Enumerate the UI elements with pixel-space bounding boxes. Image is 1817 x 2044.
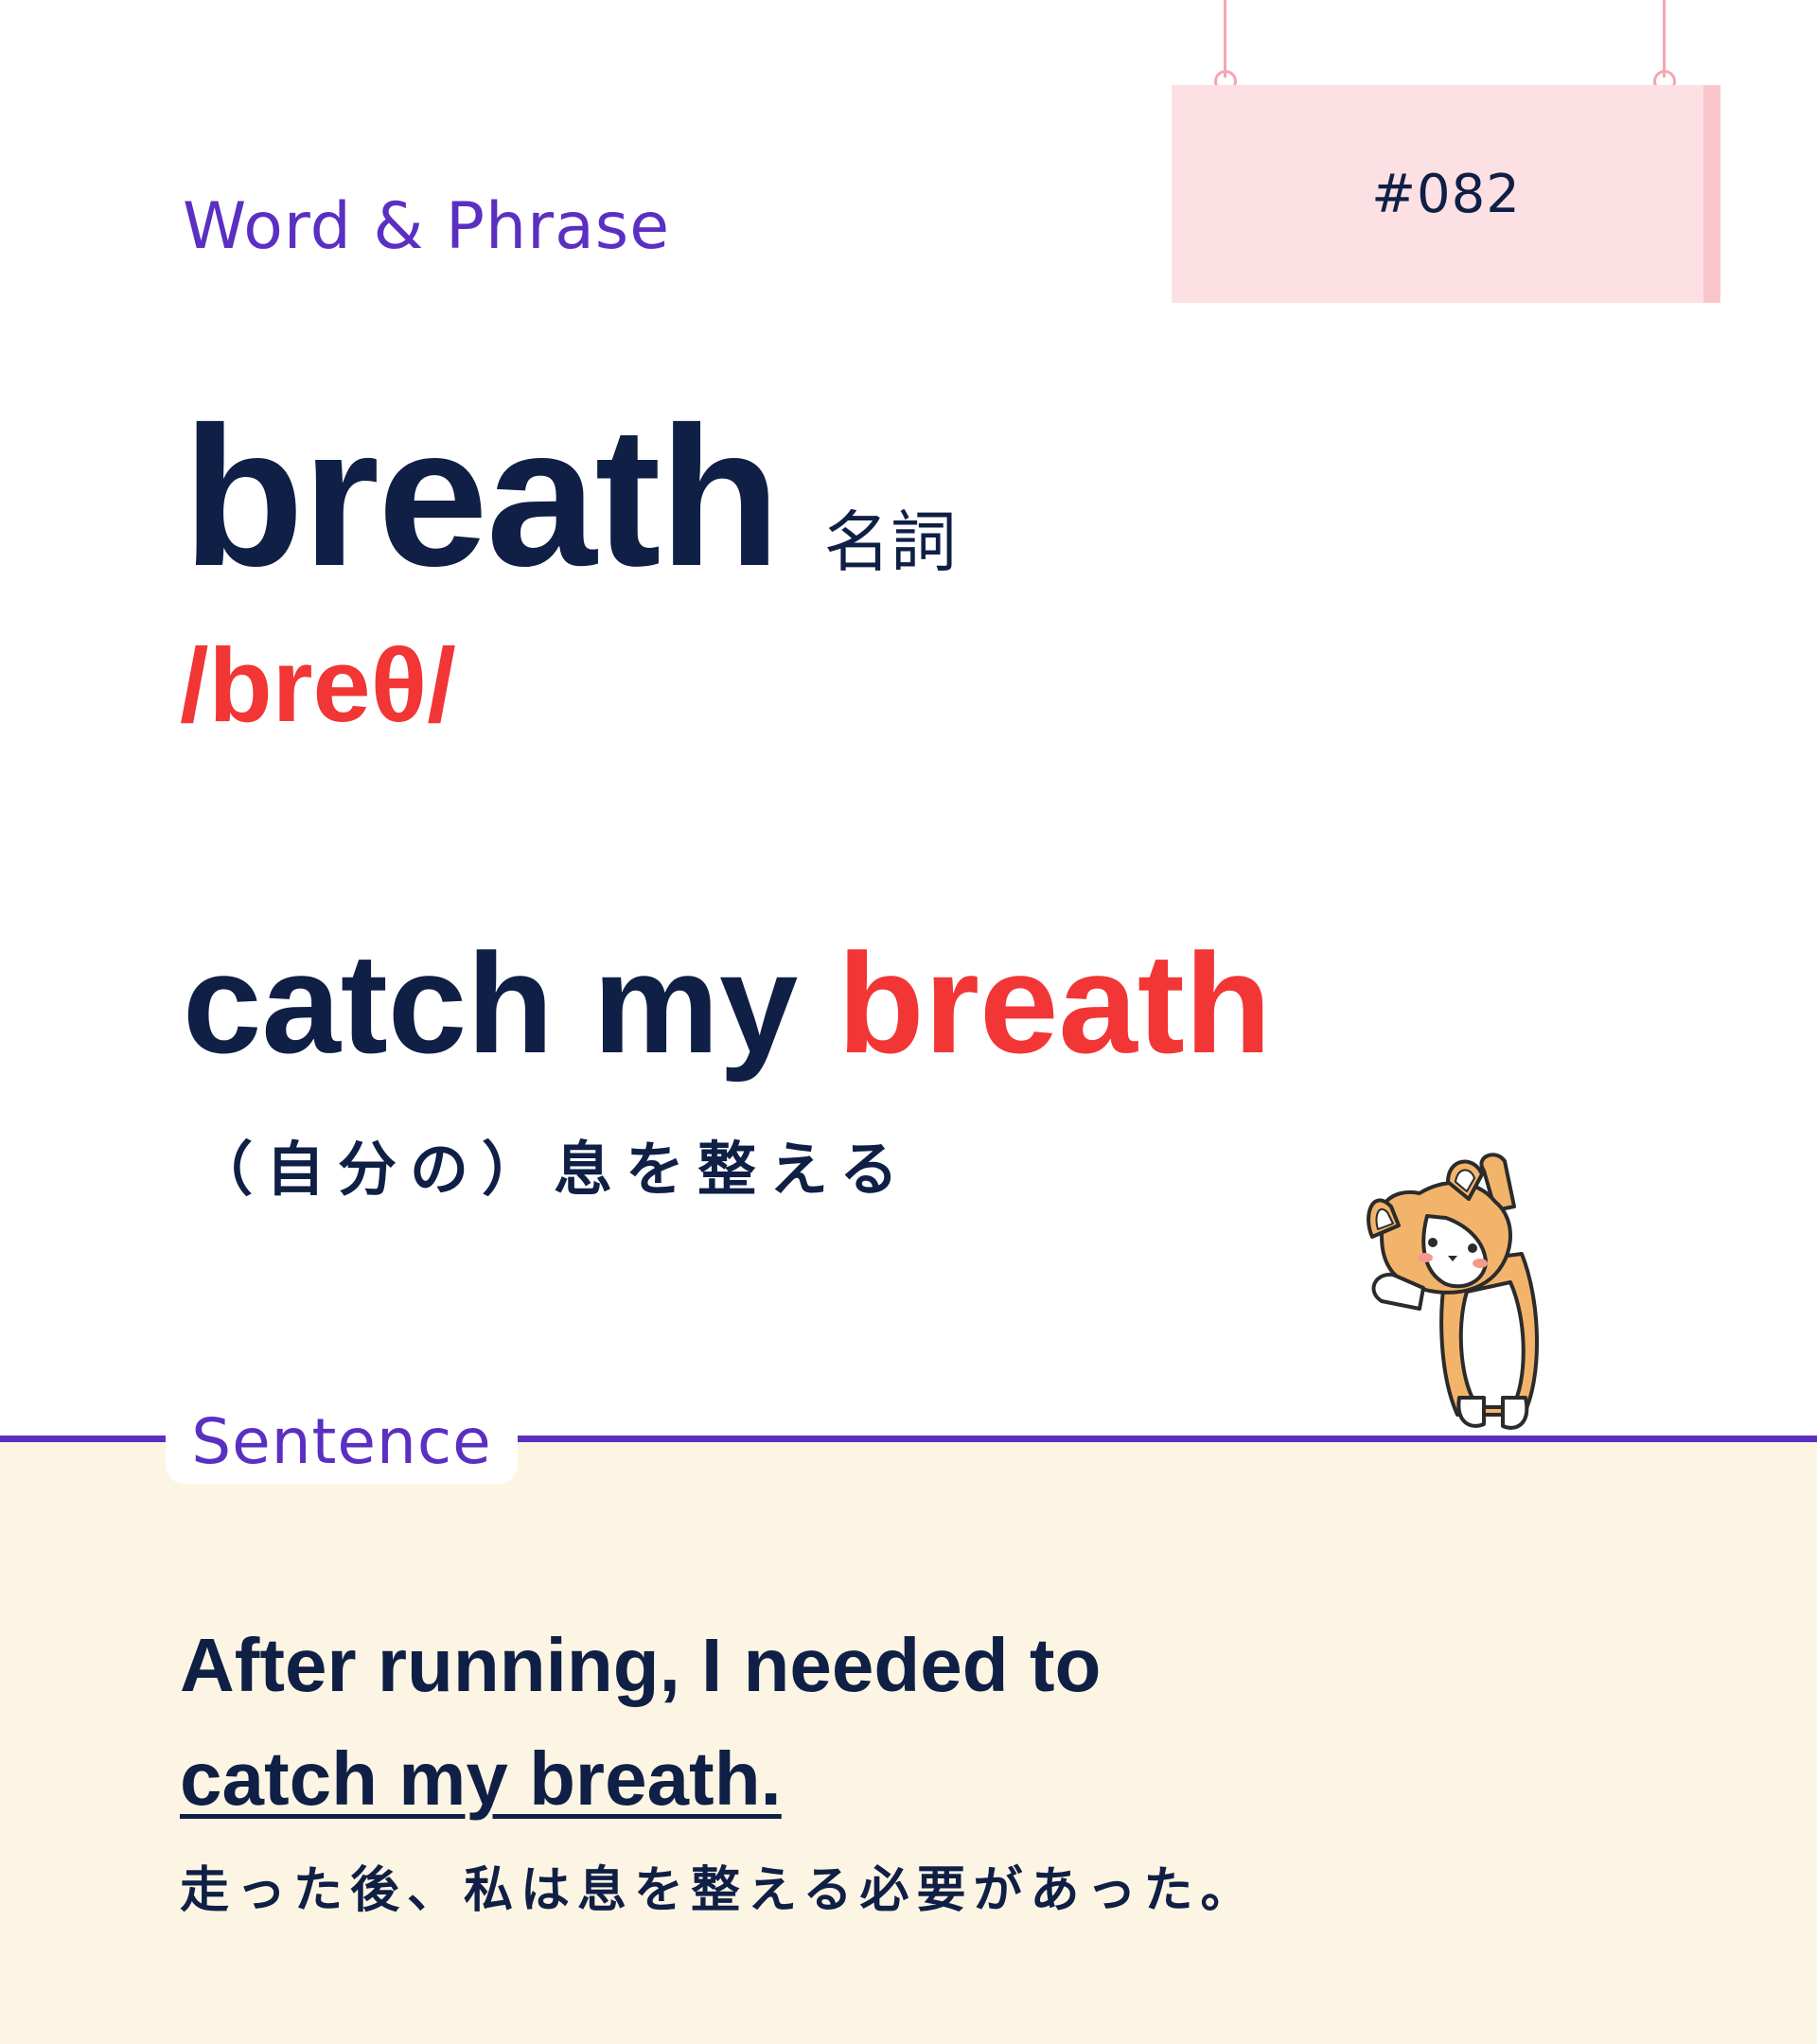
- headword-row: breath 名詞: [183, 397, 957, 596]
- category-label: Word & Phrase: [183, 189, 671, 264]
- card-number: #082: [1371, 163, 1521, 225]
- sentence-section-tab: Sentence: [166, 1399, 518, 1484]
- part-of-speech: 名詞: [823, 503, 957, 581]
- section-label: Sentence: [191, 1404, 492, 1478]
- sign-string-left: [1224, 0, 1226, 78]
- sentence-translation: 走った後、私は息を整える必要があった。: [180, 1862, 1258, 1919]
- headword: breath: [183, 385, 781, 608]
- phrase-translation: （自分の）息を整える: [194, 1135, 912, 1204]
- phrase-highlight: breath: [838, 924, 1272, 1083]
- phrase-prefix: catch my: [183, 924, 838, 1083]
- pronunciation: /breθ/: [180, 627, 456, 744]
- number-sign: #082: [1172, 85, 1720, 303]
- example-sentence: After running, I needed to catch my brea…: [180, 1609, 1599, 1836]
- sentence-line-1: After running, I needed to: [180, 1623, 1102, 1707]
- phrase: catch my breath: [183, 932, 1271, 1074]
- sentence-line-2: catch my breath.: [180, 1736, 782, 1821]
- corgi-stretching-icon: [1367, 1153, 1539, 1430]
- sign-string-right: [1663, 0, 1666, 78]
